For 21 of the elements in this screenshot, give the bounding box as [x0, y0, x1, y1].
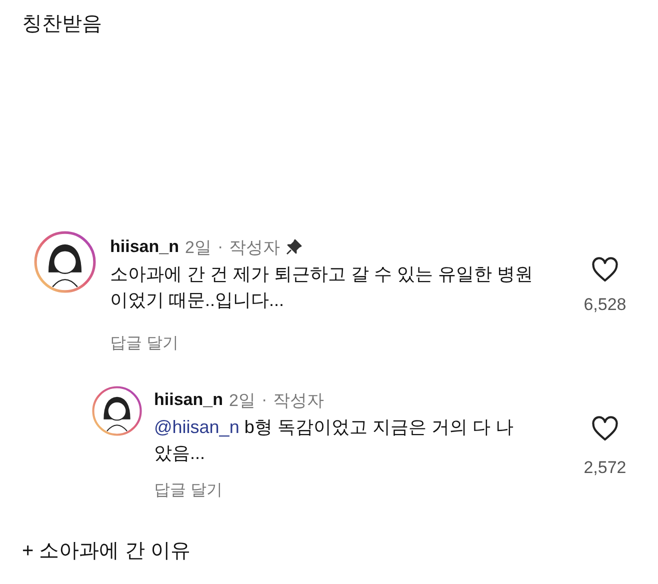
heart-icon[interactable]	[591, 416, 619, 442]
comment-time: 2일	[184, 236, 212, 258]
author-label: 작성자	[229, 236, 280, 258]
comment-text: @hiisan_n b형 독감이었고 지금은 거의 다 나 았음...	[154, 416, 514, 465]
caption-more-text: + 소아과에 간 이유	[22, 539, 190, 564]
username[interactable]: hiisan_n	[110, 237, 179, 257]
separator-dot: ·	[261, 390, 268, 410]
heart-icon[interactable]	[591, 257, 619, 283]
username[interactable]: hiisan_n	[154, 390, 223, 410]
like-count: 6,528	[584, 295, 626, 315]
reply-link[interactable]: 답글 달기	[110, 333, 178, 354]
avatar[interactable]	[34, 231, 96, 293]
separator-dot: ·	[217, 237, 224, 257]
post-caption-text: 칭찬받음	[22, 12, 102, 37]
author-label: 작성자	[273, 390, 324, 412]
like-count: 2,572	[584, 458, 626, 478]
mention-link[interactable]: @hiisan_n	[154, 417, 240, 437]
comment-text: 소아과에 간 건 제가 퇴근하고 갈 수 있는 유일한 병원 이었기 때문..입니다...	[110, 263, 534, 312]
reply-link[interactable]: 답글 달기	[154, 480, 222, 501]
avatar[interactable]	[92, 386, 142, 436]
comment-time: 2일	[228, 390, 256, 412]
